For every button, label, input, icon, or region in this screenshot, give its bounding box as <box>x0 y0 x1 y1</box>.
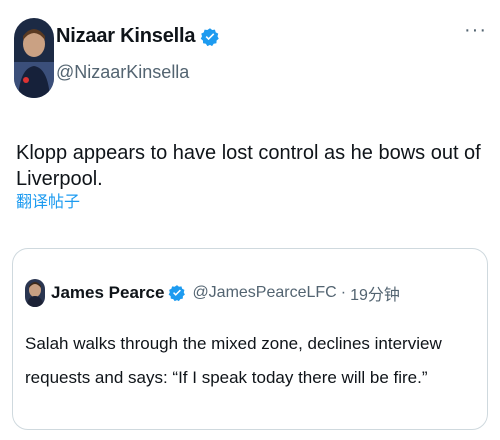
quote-separator: · <box>340 284 347 301</box>
tweet-card: Nizaar Kinsella @NizaarKinsella ··· Klop… <box>0 0 500 440</box>
quote-header-row: James Pearce @JamesPearceLFC · 19分钟 <box>51 281 400 305</box>
quote-text: Salah walks through the mixed zone, decl… <box>25 334 442 387</box>
quote-timestamp[interactable]: 19分钟 <box>350 281 400 305</box>
more-options-icon[interactable]: ··· <box>464 20 486 44</box>
author-name-row: Nizaar Kinsella <box>56 25 220 48</box>
translate-post-link[interactable]: 翻译帖子 <box>16 188 80 212</box>
tweet-text: Klopp appears to have lost control as he… <box>16 142 481 190</box>
verified-badge-icon[interactable] <box>200 27 220 47</box>
author-handle[interactable]: @NizaarKinsella <box>56 62 189 83</box>
quoted-tweet-card[interactable]: James Pearce @JamesPearceLFC · 19分钟 Sala… <box>12 248 488 430</box>
author-display-name[interactable]: Nizaar Kinsella <box>56 25 195 48</box>
verified-badge-icon[interactable] <box>168 284 186 302</box>
quote-author-avatar[interactable] <box>25 279 45 307</box>
author-avatar[interactable] <box>14 18 54 98</box>
quote-display-name[interactable]: James Pearce <box>51 283 164 303</box>
quote-handle[interactable]: @JamesPearceLFC <box>192 284 336 302</box>
